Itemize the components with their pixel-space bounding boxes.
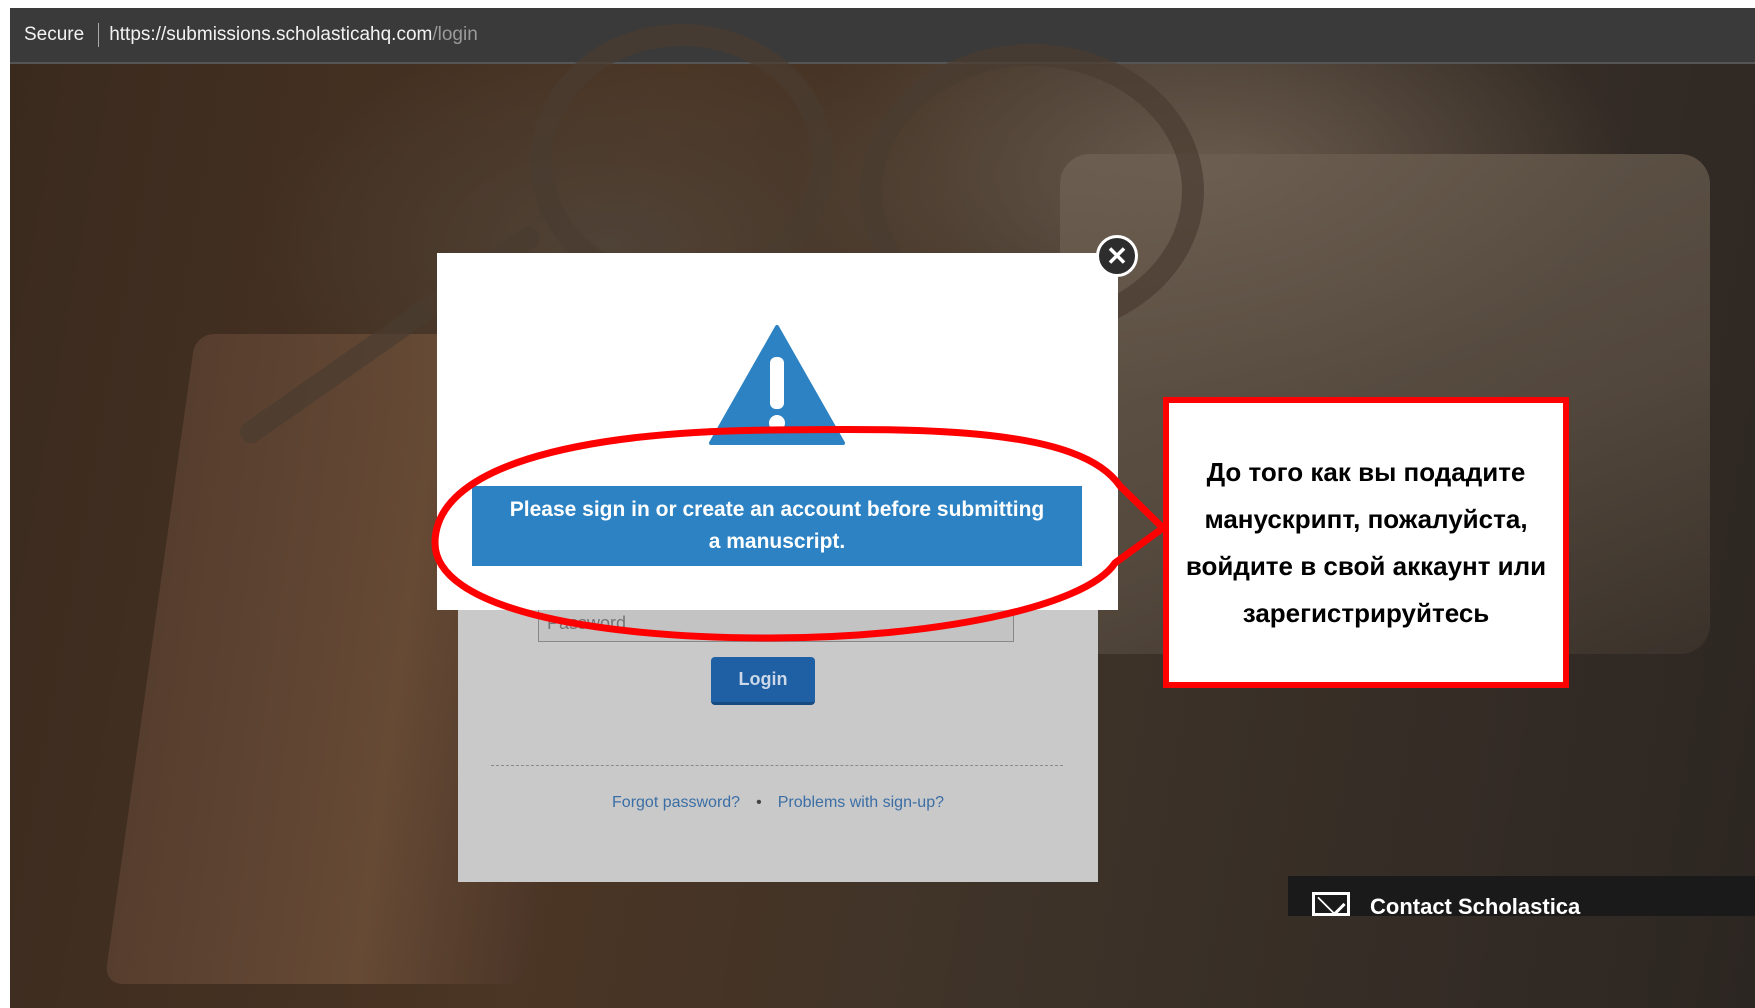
contact-widget[interactable]: Contact Scholastica bbox=[1288, 876, 1755, 919]
translation-annotation: До того как вы подадите манускрипт, пожа… bbox=[1163, 397, 1569, 688]
address-separator bbox=[98, 23, 100, 47]
card-links: Forgot password? • Problems with sign-up? bbox=[458, 794, 1098, 812]
browser-frame: Secure https://submissions.scholasticahq… bbox=[10, 8, 1755, 1008]
divider bbox=[491, 765, 1063, 766]
login-button[interactable]: Login bbox=[711, 657, 815, 705]
problems-signup-link[interactable]: Problems with sign-up? bbox=[778, 794, 944, 811]
close-icon[interactable]: ✕ bbox=[1096, 235, 1138, 277]
login-card: Login Forgot password? • Problems with sig… bbox=[458, 568, 1098, 882]
forgot-password-link[interactable]: Forgot password? bbox=[612, 794, 740, 811]
url-path: /login bbox=[432, 24, 478, 45]
address-bar[interactable]: Secure https://submissions.scholasticahq… bbox=[10, 8, 1755, 64]
url-host: https://submissions.scholasticahq.com bbox=[109, 24, 433, 45]
warning-triangle-icon bbox=[709, 325, 845, 445]
link-separator: • bbox=[756, 794, 762, 811]
mail-icon bbox=[1312, 892, 1350, 916]
contact-label: Contact Scholastica bbox=[1370, 894, 1581, 919]
signin-required-modal: Please sign in or create an account befo… bbox=[437, 253, 1118, 610]
secure-label: Secure bbox=[24, 24, 85, 45]
modal-message: Please sign in or create an account befo… bbox=[472, 486, 1082, 566]
